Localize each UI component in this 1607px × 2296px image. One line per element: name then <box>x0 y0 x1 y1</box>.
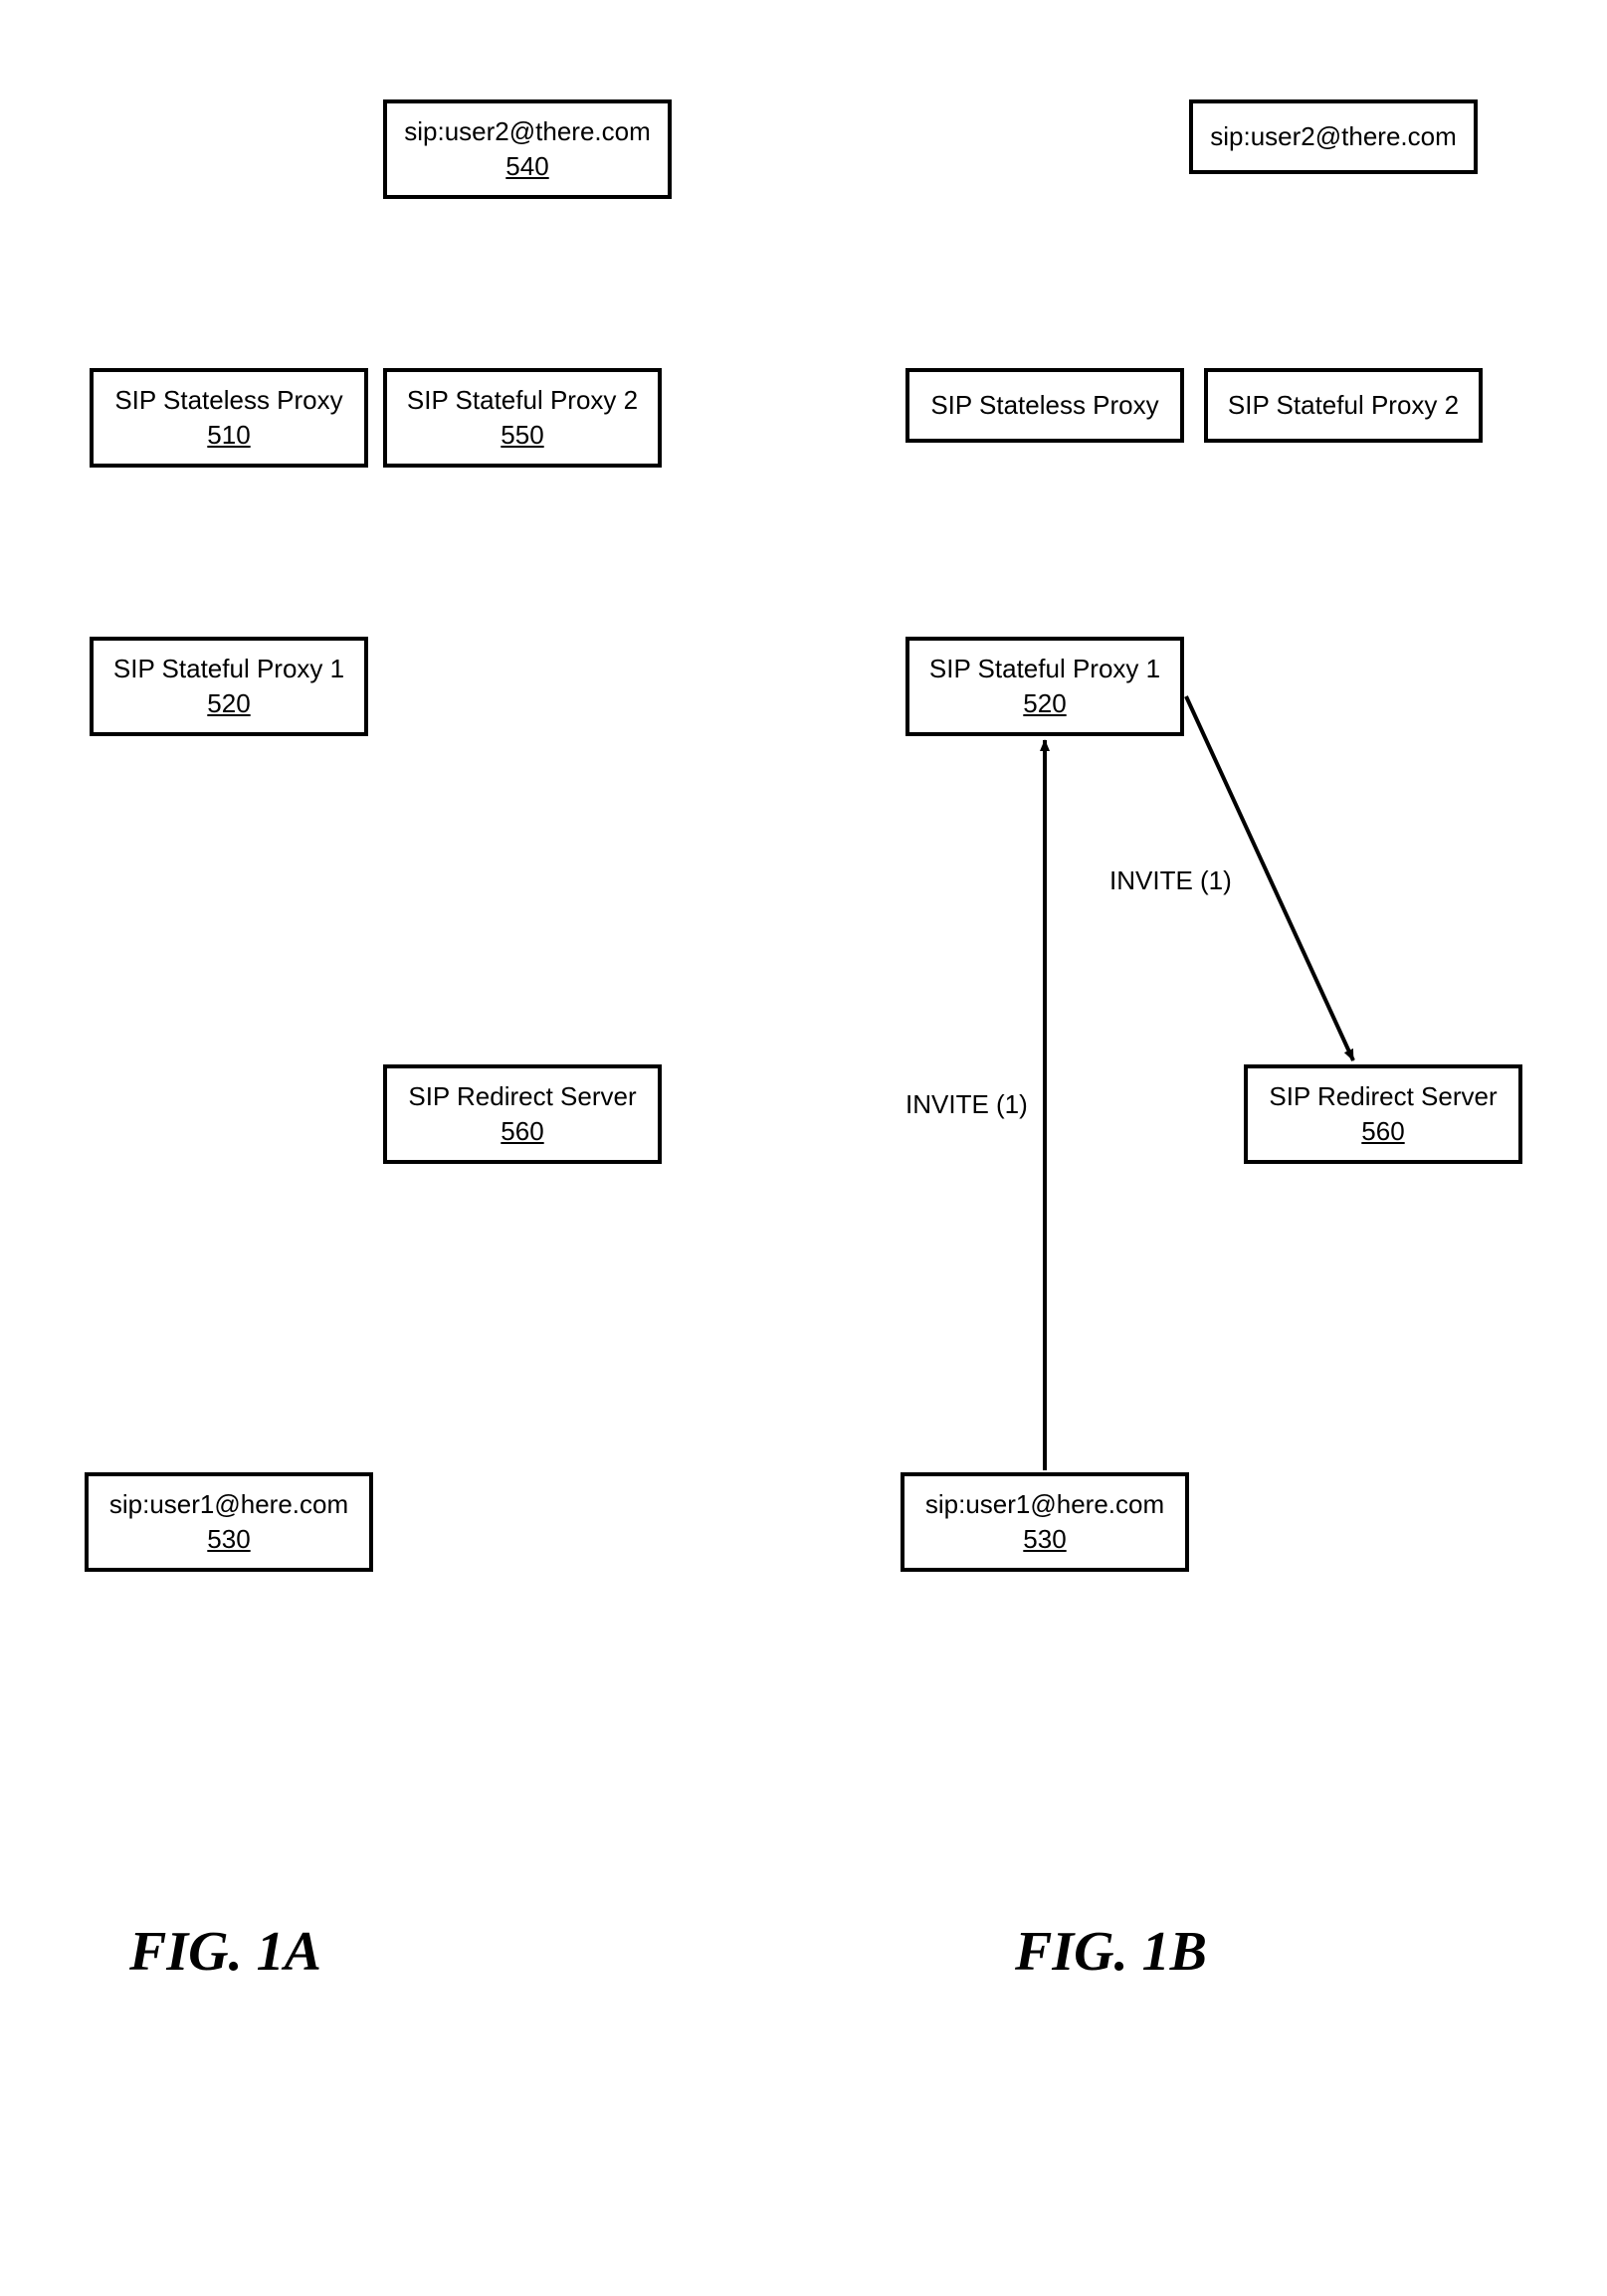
fig1a-box-user1: sip:user1@here.com 530 <box>85 1472 373 1572</box>
fig1a-caption: FIG. 1A <box>129 1920 321 1984</box>
fig1b-invite1-stateful1-redirect: INVITE (1) <box>1109 865 1232 896</box>
fig1a-box-stateful2: SIP Stateful Proxy 2 550 <box>383 368 662 468</box>
fig1b-user1-ref: 530 <box>1023 1524 1066 1555</box>
fig1a-stateless-ref: 510 <box>207 420 250 451</box>
fig1b-box-redirect: SIP Redirect Server 560 <box>1244 1064 1522 1164</box>
fig1b-stateful1-ref: 520 <box>1023 688 1066 719</box>
fig1b-stateful2-title: SIP Stateful Proxy 2 <box>1228 390 1459 421</box>
fig1a-user2-title: sip:user2@there.com <box>404 116 651 147</box>
fig1a-user1-title: sip:user1@here.com <box>109 1489 348 1520</box>
fig1a-box-stateless: SIP Stateless Proxy 510 <box>90 368 368 468</box>
fig1b-stateful1-title: SIP Stateful Proxy 1 <box>929 654 1160 684</box>
fig1b-box-user1: sip:user1@here.com 530 <box>901 1472 1189 1572</box>
fig1b-user2-title: sip:user2@there.com <box>1210 121 1457 152</box>
fig1b-box-stateless: SIP Stateless Proxy <box>905 368 1184 443</box>
fig1a-box-user2: sip:user2@there.com 540 <box>383 99 672 199</box>
fig1a-stateful1-ref: 520 <box>207 688 250 719</box>
fig1b-box-stateful2: SIP Stateful Proxy 2 <box>1204 368 1483 443</box>
fig1b-user1-title: sip:user1@here.com <box>925 1489 1164 1520</box>
fig1a-user2-ref: 540 <box>505 151 548 182</box>
fig1a-box-redirect: SIP Redirect Server 560 <box>383 1064 662 1164</box>
fig1b-stateless-title: SIP Stateless Proxy <box>930 390 1158 421</box>
fig1b-box-user2: sip:user2@there.com <box>1189 99 1478 174</box>
fig1b-redirect-title: SIP Redirect Server <box>1269 1081 1497 1112</box>
fig1a-redirect-title: SIP Redirect Server <box>408 1081 636 1112</box>
fig1b-invite1-user1-stateful1: INVITE (1) <box>905 1089 1028 1120</box>
fig1a-user1-ref: 530 <box>207 1524 250 1555</box>
fig1b-box-stateful1: SIP Stateful Proxy 1 520 <box>905 637 1184 736</box>
fig1a-stateful2-title: SIP Stateful Proxy 2 <box>407 385 638 416</box>
fig1a-redirect-ref: 560 <box>501 1116 543 1147</box>
fig1a-stateful2-ref: 550 <box>501 420 543 451</box>
diagram-canvas: sip:user2@there.com 540 SIP Stateless Pr… <box>0 0 1607 2296</box>
fig1b-redirect-ref: 560 <box>1361 1116 1404 1147</box>
fig1a-stateful1-title: SIP Stateful Proxy 1 <box>113 654 344 684</box>
fig1b-caption: FIG. 1B <box>1015 1920 1207 1984</box>
fig1a-stateless-title: SIP Stateless Proxy <box>114 385 342 416</box>
fig1a-box-stateful1: SIP Stateful Proxy 1 520 <box>90 637 368 736</box>
